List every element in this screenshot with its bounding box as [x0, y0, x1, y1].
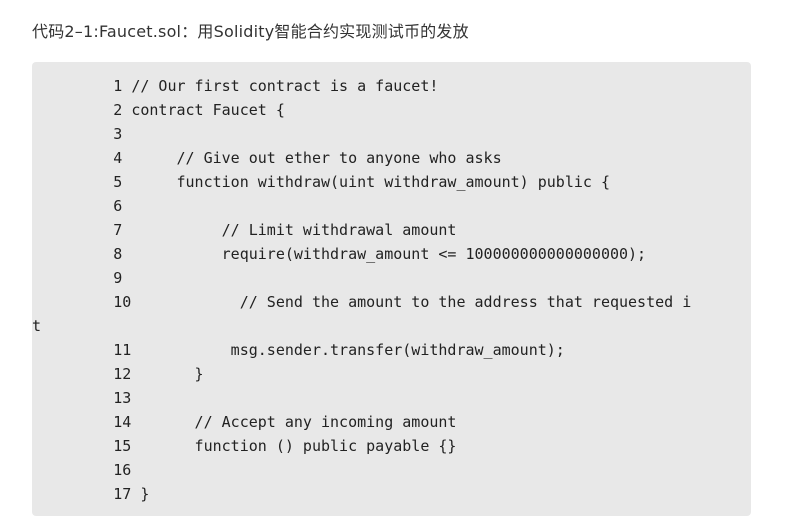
code-line: 9: [32, 269, 123, 287]
code-line: 6: [32, 197, 123, 215]
code-line: 14 // Accept any incoming amount: [32, 413, 457, 431]
code-line: 16: [32, 461, 132, 479]
code-line: 7 // Limit withdrawal amount: [32, 221, 457, 239]
code-line: 5 function withdraw(uint withdraw_amount…: [32, 173, 610, 191]
code-line: 2 contract Faucet {: [32, 101, 285, 119]
code-line: 13: [32, 389, 132, 407]
code-line: t: [32, 317, 42, 335]
code-caption: 代码2–1:Faucet.sol：用Solidity智能合约实现测试币的发放: [32, 22, 469, 41]
code-listing: 1 // Our first contract is a faucet! 2 c…: [32, 74, 772, 506]
code-line: 10 // Send the amount to the address tha…: [32, 293, 692, 311]
code-line: 3: [32, 125, 123, 143]
code-line: 8 require(withdraw_amount <= 10000000000…: [32, 245, 647, 263]
code-line: 4 // Give out ether to anyone who asks: [32, 149, 502, 167]
code-line: 12 }: [32, 365, 204, 383]
code-line: 1 // Our first contract is a faucet!: [32, 77, 439, 95]
code-line: 11 msg.sender.transfer(withdraw_amount);: [32, 341, 565, 359]
code-line: 17 }: [32, 485, 150, 503]
code-line: 15 function () public payable {}: [32, 437, 457, 455]
